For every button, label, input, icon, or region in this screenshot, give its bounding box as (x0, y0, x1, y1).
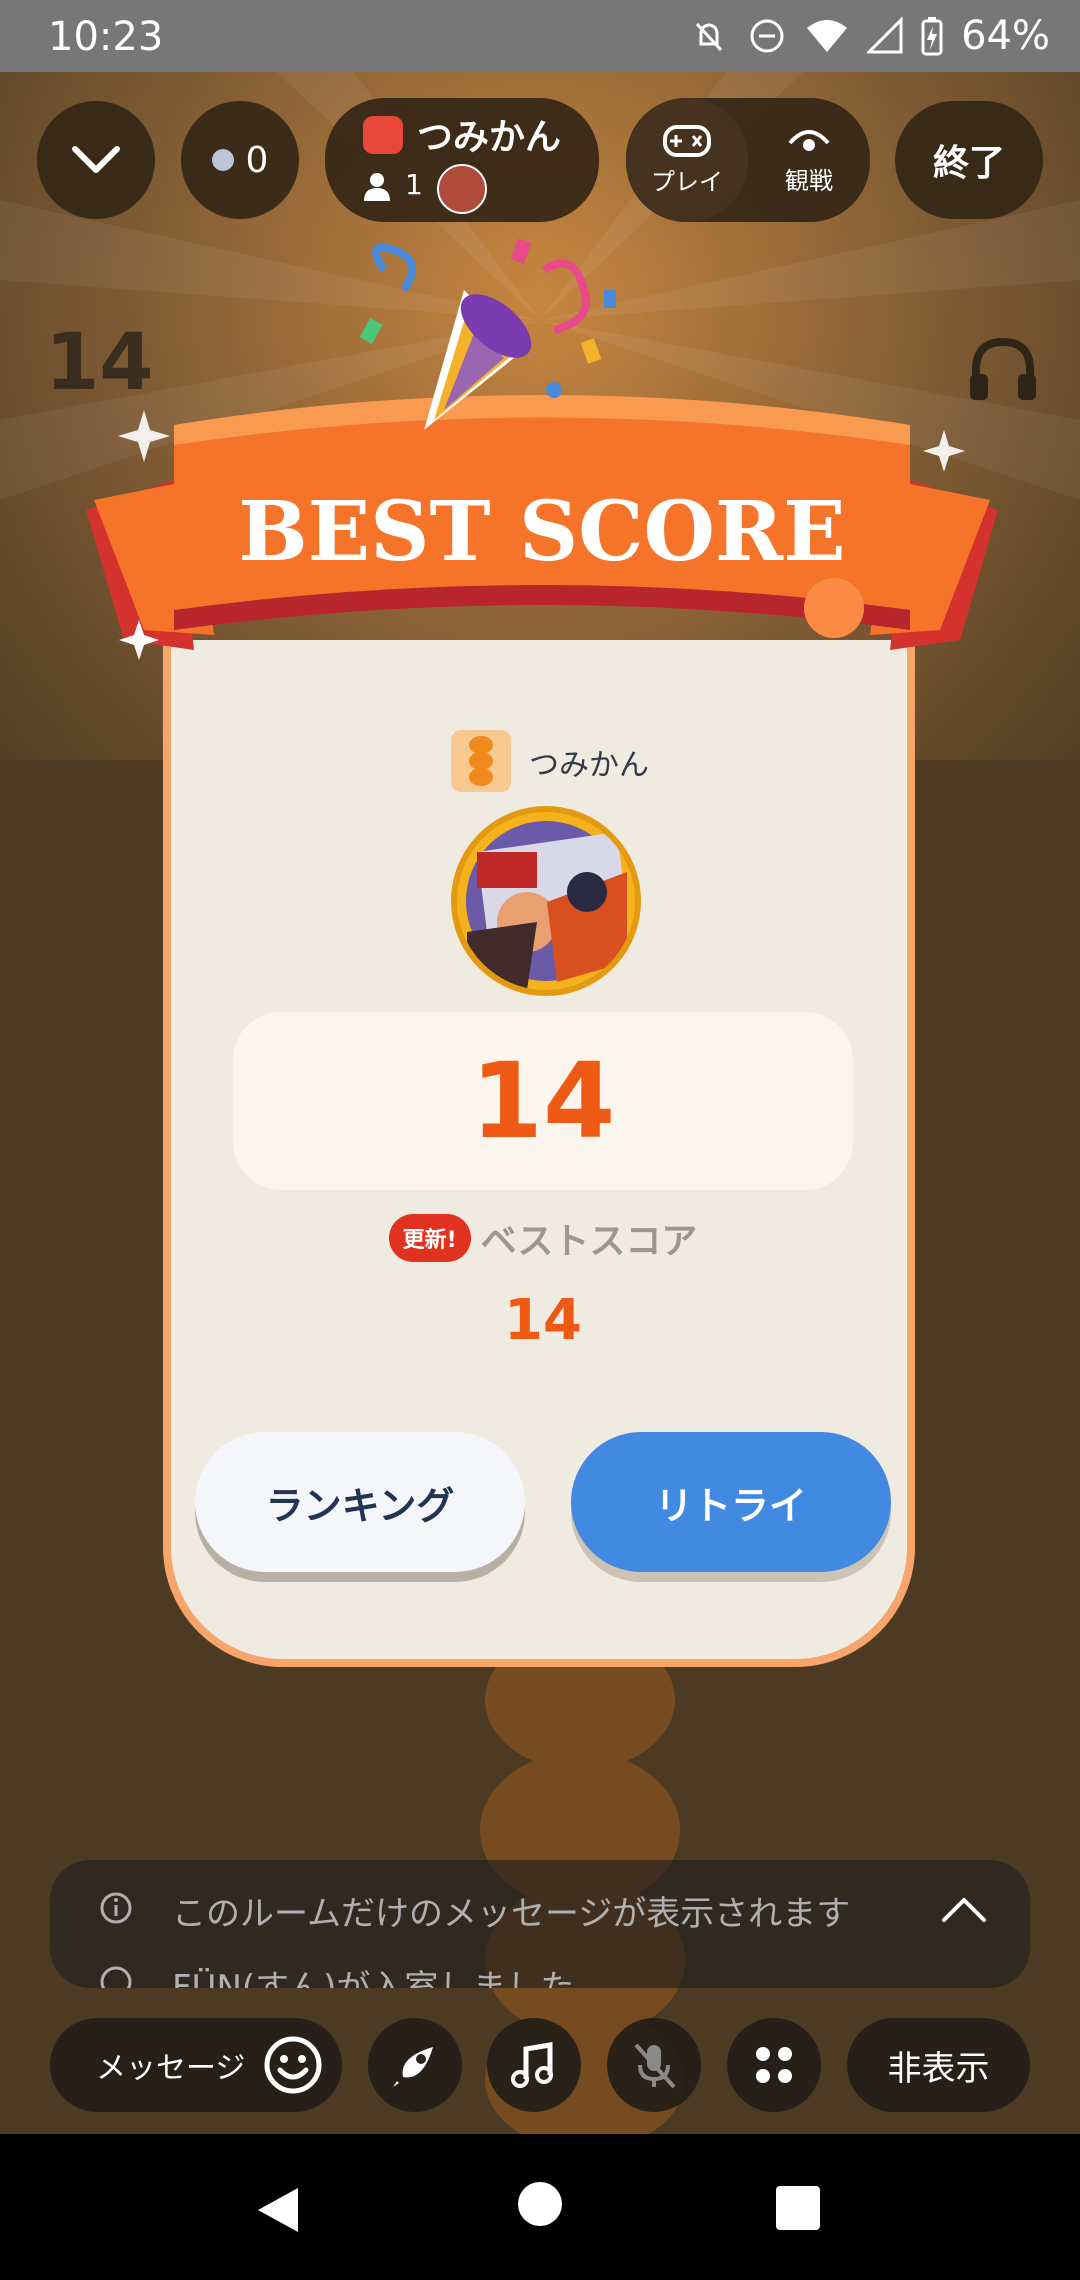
message-line: このルームだけのメッセージが表示されます (172, 1894, 851, 1934)
wifi-icon (807, 20, 848, 52)
person-icon (364, 173, 390, 201)
home-icon[interactable] (516, 2180, 564, 2228)
watch-mode-button[interactable]: 観戦 (748, 98, 870, 222)
dnd-icon (750, 19, 784, 53)
updated-badge: 更新! (388, 1214, 471, 1262)
message-panel[interactable]: このルームだけのメッセージが表示されます FÜN(すん)が入室しました (50, 1860, 1030, 1988)
result-card: つみかん 14 更新! ベストスコア 14 ランキング リトライ (163, 640, 915, 1667)
info-icon (100, 1892, 132, 1924)
eye-icon (788, 129, 830, 151)
mic-off-icon (634, 2043, 676, 2089)
room-info[interactable]: つみかん 1 (325, 98, 599, 222)
chevron-up-icon[interactable] (940, 1894, 988, 1924)
music-note-icon (511, 2042, 553, 2088)
room-avatar (437, 164, 487, 214)
best-score-value: 14 (504, 1288, 582, 1353)
gamepad-icon (663, 124, 711, 157)
hide-label: 非表示 (887, 2048, 990, 2089)
avatar-image (466, 821, 627, 990)
ranking-button[interactable]: ランキング (195, 1432, 525, 1572)
rocket-icon (393, 2047, 433, 2087)
player-avatar (451, 806, 641, 996)
status-time: 10:23 (48, 14, 164, 60)
message-input-button[interactable]: メッセージ (50, 2018, 342, 2112)
player-name: つみかん (529, 748, 649, 783)
best-score-banner: BEST SCORE (86, 238, 998, 660)
system-nav-bar (0, 2134, 1080, 2280)
end-button[interactable]: 終了 (895, 101, 1043, 219)
best-score-row: 更新! ベストスコア (171, 1212, 915, 1264)
app-logo-icon (363, 116, 403, 154)
status-bar: 10:23 64% (0, 0, 1080, 72)
collapse-button[interactable] (37, 101, 155, 219)
mic-button[interactable] (607, 2018, 701, 2112)
message-line: FÜN(すん)が入室しました (172, 1968, 575, 1988)
watch-mode-label: 観戦 (785, 166, 833, 195)
hide-button[interactable]: 非表示 (847, 2018, 1030, 2112)
apps-button[interactable] (727, 2018, 821, 2112)
mute-icon (695, 22, 723, 52)
music-button[interactable] (487, 2018, 581, 2112)
end-label: 終了 (932, 143, 1005, 184)
room-name: つみかん (417, 117, 562, 158)
member-dot-count: 0 (245, 139, 269, 181)
retry-label: リトライ (654, 1483, 807, 1528)
room-member-count: 1 (405, 168, 423, 201)
status-icons: 64% (689, 12, 1050, 60)
mode-switch: プレイ 観戦 (626, 98, 870, 222)
best-score-label: ベストスコア (480, 1221, 698, 1262)
battery-level: 64% (961, 13, 1050, 59)
back-icon[interactable] (254, 2184, 302, 2236)
battery-charging-icon (921, 17, 943, 56)
message-label: メッセージ (96, 2051, 246, 2086)
grid-icon (756, 2047, 792, 2083)
dot-icon (211, 149, 234, 171)
banner-title: BEST SCORE (238, 484, 845, 580)
rocket-button[interactable] (368, 2018, 462, 2112)
score-value: 14 (470, 1040, 616, 1162)
recents-icon[interactable] (774, 2184, 822, 2232)
chevron-down-icon (72, 146, 120, 173)
retry-button[interactable]: リトライ (571, 1432, 891, 1572)
player-rank-badge (451, 730, 511, 792)
info-icon (100, 1966, 132, 1988)
play-mode-button[interactable]: プレイ (626, 98, 748, 222)
emoji-icon[interactable] (262, 2034, 324, 2096)
member-dot-counter[interactable]: 0 (181, 101, 299, 219)
ranking-label: ランキング (265, 1483, 455, 1528)
score-box: 14 (233, 1012, 853, 1190)
signal-icon (867, 16, 903, 54)
play-mode-label: プレイ (651, 167, 723, 196)
